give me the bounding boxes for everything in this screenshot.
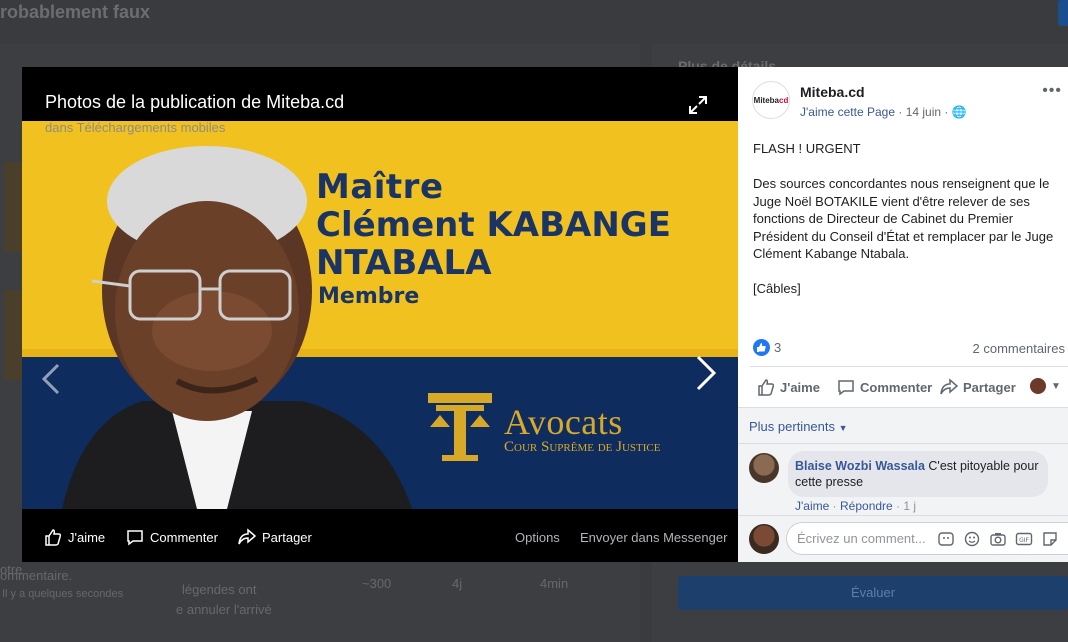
photo-viewer: Photos de la publication de Miteba.cd da…: [22, 67, 738, 562]
photo-brand-sub: Cour Suprême de Justice: [504, 439, 661, 455]
comment-reply-link[interactable]: Répondre: [840, 499, 893, 513]
post-date[interactable]: 14 juin: [906, 105, 941, 119]
comment-input-placeholder: Écrivez un comment...: [797, 531, 926, 546]
likes-count[interactable]: 3: [774, 340, 781, 355]
photo-line-4: Membre: [318, 284, 420, 309]
send-messenger-link[interactable]: Envoyer dans Messenger: [580, 530, 727, 545]
like-page-link[interactable]: J'aime cette Page: [800, 105, 895, 119]
viewer-subtitle: dans Téléchargements mobiles: [45, 120, 226, 135]
post-text: FLASH ! URGENT Des sources concordantes …: [753, 141, 1054, 296]
chevron-down-icon: ▼: [1051, 380, 1061, 392]
current-user-avatar: [749, 524, 779, 554]
reaction-selector[interactable]: ▼: [1030, 378, 1061, 394]
expand-icon[interactable]: [688, 95, 708, 115]
more-options-icon[interactable]: •••: [1042, 82, 1062, 100]
like-reaction-icon[interactable]: [753, 339, 770, 356]
page-name-link[interactable]: Miteba.cd: [800, 84, 865, 100]
comments-area: Plus pertinents ▼ Blaise Wozbi Wassala C…: [738, 408, 1068, 562]
viewer-like-label: J'aime: [68, 529, 106, 545]
divider: [738, 443, 1068, 444]
post-like-button[interactable]: J'aime: [757, 378, 820, 396]
background-text: Il y a quelques secondes: [2, 588, 124, 600]
thumbs-up-icon: [45, 529, 62, 546]
comments-count[interactable]: 2 commentaires: [973, 341, 1065, 356]
background-text: ~300: [362, 576, 392, 591]
background-thumbnail: [4, 162, 22, 252]
viewer-share-button[interactable]: Partager: [238, 528, 312, 546]
viewer-comment-label: Commenter: [150, 529, 218, 545]
emoji-icon[interactable]: [963, 531, 981, 547]
globe-icon: 🌐: [951, 105, 967, 119]
comment-icon: [127, 530, 143, 546]
background-text: 4min: [540, 576, 569, 591]
viewer-header: Photos de la publication de Miteba.cd: [22, 67, 738, 121]
post-like-label: J'aime: [780, 379, 820, 395]
comment-bubble: Blaise Wozbi Wassala C'est pitoyable pou…: [788, 451, 1048, 497]
comment-input[interactable]: Écrivez un comment... GIF: [786, 522, 1068, 555]
background-text: e annuler l'arrivé: [176, 602, 272, 617]
background-button: [1058, 0, 1068, 26]
background-text: 4j: [452, 576, 463, 591]
background-text: ommentaire.: [0, 568, 73, 583]
comment-sort-dropdown[interactable]: Plus pertinents ▼: [749, 419, 848, 434]
share-icon: [940, 378, 958, 395]
comment-input-icons: GIF: [937, 531, 1059, 547]
svg-text:GIF: GIF: [1019, 537, 1029, 544]
background-text: légendes ont: [182, 582, 257, 597]
gif-icon[interactable]: GIF: [1015, 531, 1033, 547]
background-title: robablement faux: [0, 2, 151, 22]
camera-icon[interactable]: [989, 531, 1007, 547]
comment-author[interactable]: Blaise Wozbi Wassala: [795, 459, 925, 473]
photo-line-1: Maître: [316, 167, 444, 207]
viewer-footer: J'aime Commenter Partager Options Envoye…: [22, 509, 738, 562]
comment-icon: [838, 380, 854, 396]
divider: [750, 366, 1068, 367]
viewer-like-button[interactable]: J'aime: [44, 528, 105, 546]
post-comment-button[interactable]: Commenter: [837, 378, 932, 396]
post-share-button[interactable]: Partager: [940, 378, 1016, 396]
sticker-icon[interactable]: [1041, 531, 1059, 547]
photo-brand: Avocats: [504, 402, 623, 442]
background-thumbnail: [4, 290, 22, 380]
photo-line-2: Clément KABANGE: [316, 205, 671, 245]
thumbs-up-icon: [758, 379, 775, 396]
comment-like-link[interactable]: J'aime: [795, 499, 829, 513]
comment-time[interactable]: 1 j: [903, 499, 916, 513]
caret-down-icon: ▼: [838, 423, 848, 433]
commenter-avatar[interactable]: [749, 453, 779, 483]
comment-meta: J'aime · Répondre · 1 j: [795, 499, 917, 513]
next-photo-icon[interactable]: [694, 353, 718, 393]
avatar-sticker-icon[interactable]: [937, 531, 955, 547]
options-link[interactable]: Options: [515, 530, 560, 545]
post-share-label: Partager: [963, 379, 1016, 395]
divider: [738, 515, 1068, 516]
post-panel: Mitebacd Miteba.cd J'aime cette Page · 1…: [738, 67, 1068, 562]
scales-logo-icon: [428, 393, 492, 461]
page-avatar[interactable]: Mitebacd: [752, 81, 790, 119]
viewer-comment-button[interactable]: Commenter: [126, 528, 218, 546]
post-comment-label: Commenter: [860, 379, 933, 395]
post-photo: Maître Clément KABANGE NTABALA Membre Av…: [22, 121, 738, 509]
avatar: [1030, 378, 1046, 394]
rate-button: Évaluer: [678, 576, 1068, 610]
photo-line-3: NTABALA: [316, 243, 492, 283]
share-icon: [238, 528, 256, 545]
post-meta: J'aime cette Page · 14 juin · 🌐: [800, 105, 967, 119]
viewer-share-label: Partager: [262, 529, 312, 545]
previous-photo-icon[interactable]: [40, 361, 62, 397]
viewer-title: Photos de la publication de Miteba.cd: [45, 92, 345, 112]
